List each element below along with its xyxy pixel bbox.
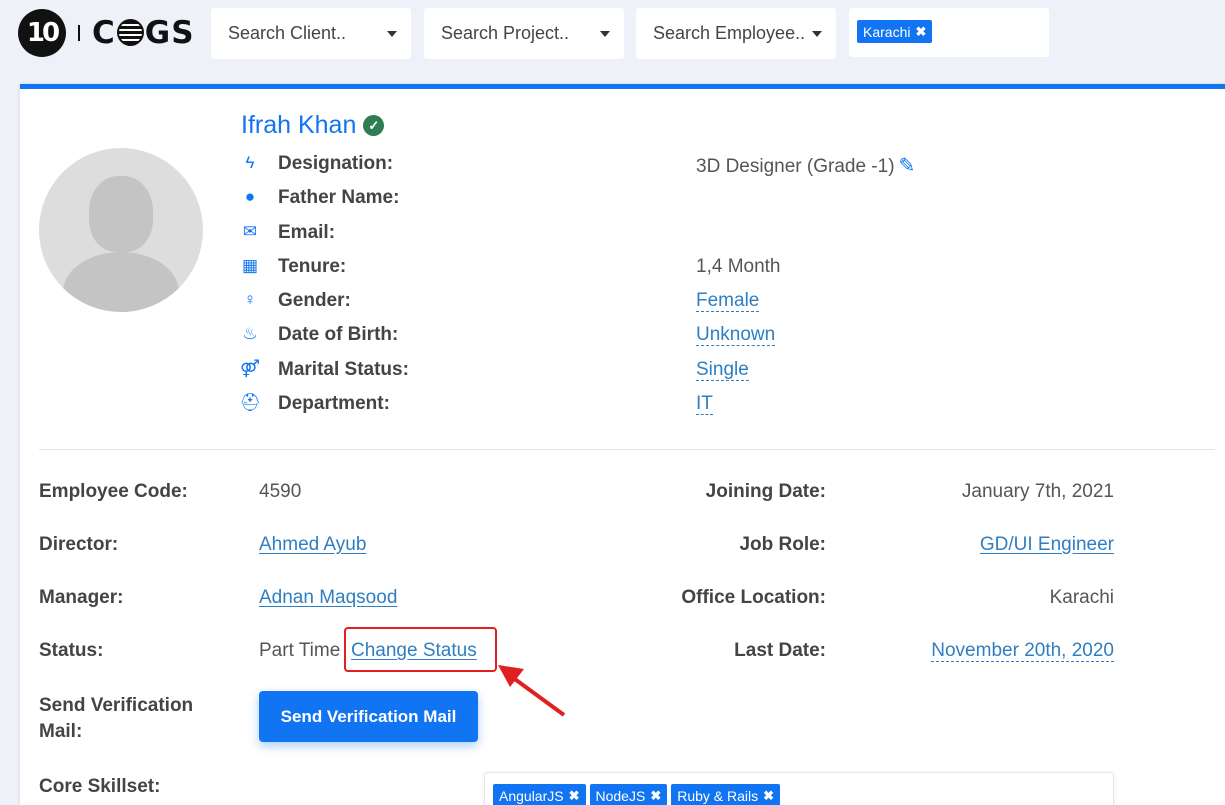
section-divider <box>39 449 1215 450</box>
profile-info-row: ♀ Gender: Female <box>240 288 1000 314</box>
profile-field-value: 3D Designer (Grade -1) <box>696 156 895 177</box>
profile-info-row: ϟ Designation: 3D Designer (Grade -1) ✎ <box>240 151 1000 177</box>
remove-tag-icon[interactable]: ✖ <box>569 788 580 804</box>
skill-tag: Ruby & Rails ✖ <box>671 784 781 805</box>
annotation-highlight-box <box>344 627 497 672</box>
calendar-icon: ▦ <box>241 256 259 275</box>
send-verification-mail-button[interactable]: Send Verification Mail <box>259 691 478 742</box>
director-link[interactable]: Ahmed Ayub <box>259 534 366 556</box>
manager-label: Manager: <box>39 587 124 608</box>
client-select-placeholder: Search Client.. <box>228 23 347 43</box>
app-logo[interactable]: 10 C GS <box>18 8 195 58</box>
director-label: Director: <box>39 534 119 555</box>
joining-date-label: Joining Date: <box>705 481 826 502</box>
logo-mark: 10 <box>18 9 66 57</box>
profile-header: Ifrah Khan ✓ <box>241 111 385 140</box>
profile-field-value[interactable]: Single <box>696 359 749 381</box>
profile-field-label: Father Name: <box>278 187 400 208</box>
envelope-icon: ✉ <box>242 222 258 241</box>
bolt-icon: ϟ <box>245 153 255 172</box>
profile-field-value: 1,4 Month <box>696 256 781 277</box>
employee-code-label: Employee Code: <box>39 481 188 502</box>
employee-name: Ifrah Khan <box>241 111 357 139</box>
birthday-cake-icon: ♨ <box>242 324 258 343</box>
project-select-placeholder: Search Project.. <box>441 23 570 43</box>
skill-tag: AngularJS ✖ <box>493 784 586 805</box>
joining-date-value: January 7th, 2021 <box>961 481 1114 502</box>
chevron-down-icon <box>600 31 610 37</box>
profile-field-label: Date of Birth: <box>278 324 399 345</box>
profile-field-label: Marital Status: <box>278 359 409 380</box>
logo-separator <box>78 25 80 41</box>
user-secret-icon: ⛑ <box>239 393 261 412</box>
last-date-editable[interactable]: November 20th, 2020 <box>931 640 1114 662</box>
office-location-label: Office Location: <box>681 587 826 608</box>
skill-tag-label: NodeJS <box>595 787 646 804</box>
status-value: Part Time <box>259 640 341 661</box>
office-location-value: Karachi <box>1049 587 1114 608</box>
profile-field-label: Designation: <box>278 153 394 174</box>
profile-field-value[interactable]: Unknown <box>696 324 776 346</box>
female-icon: ♀ <box>243 290 257 309</box>
remove-tag-icon[interactable]: ✖ <box>915 24 926 40</box>
employee-select[interactable]: Search Employee.. <box>636 8 836 59</box>
profile-info-row: ● Father Name: <box>240 185 1000 211</box>
chevron-down-icon <box>812 31 822 37</box>
employee-profile-card: Ifrah Khan ✓ ϟ Designation: 3D Designer (G… <box>20 84 1225 805</box>
manager-link[interactable]: Adnan Maqsood <box>259 587 397 609</box>
annotation-arrow-icon <box>498 665 566 717</box>
project-select[interactable]: Search Project.. <box>424 8 624 59</box>
profile-field-value[interactable]: Female <box>696 290 760 312</box>
job-role-label: Job Role: <box>739 534 826 555</box>
skillset-multiselect[interactable]: AngularJS ✖ NodeJS ✖ Ruby & Rails ✖ <box>484 772 1114 805</box>
profile-info-row: ✉ Email: <box>240 220 1000 246</box>
remove-tag-icon[interactable]: ✖ <box>650 788 661 804</box>
edit-icon[interactable]: ✎ <box>899 153 916 178</box>
job-role-link[interactable]: GD/UI Engineer <box>980 534 1114 555</box>
skill-tag: NodeJS ✖ <box>589 784 668 805</box>
profile-info-row: ♨ Date of Birth: Unknown <box>240 322 1000 348</box>
remove-tag-icon[interactable]: ✖ <box>763 788 774 804</box>
location-tag: Karachi ✖ <box>857 20 933 43</box>
employee-code-value: 4590 <box>259 481 302 502</box>
skill-tag-label: Ruby & Rails <box>677 787 759 804</box>
location-tag-label: Karachi <box>863 23 911 40</box>
employee-select-placeholder: Search Employee.. <box>653 23 806 43</box>
location-multiselect[interactable]: Karachi ✖ <box>849 8 1049 57</box>
verified-check-icon: ✓ <box>363 115 385 136</box>
profile-field-value[interactable]: IT <box>696 393 713 415</box>
status-label: Status: <box>39 640 104 661</box>
logo-wordmark: C GS <box>92 15 195 51</box>
profile-field-label: Department: <box>278 393 390 414</box>
profile-info-row: ▦ Tenure: 1,4 Month <box>240 254 1000 280</box>
skill-tag-label: AngularJS <box>499 787 564 804</box>
profile-field-label: Gender: <box>278 290 351 311</box>
core-skillset-label: Core Skillset: <box>39 776 161 797</box>
verification-label: Send Verification Mail: <box>39 695 194 742</box>
profile-info-row: ⚤ Marital Status: Single <box>240 357 1000 383</box>
last-date-label: Last Date: <box>734 640 826 661</box>
gender-symbol-icon: ⚤ <box>240 359 260 378</box>
profile-field-label: Tenure: <box>278 256 347 277</box>
chevron-down-icon <box>387 31 397 37</box>
client-select[interactable]: Search Client.. <box>211 8 411 59</box>
user-icon: ● <box>244 187 256 206</box>
profile-field-label: Email: <box>278 222 336 243</box>
avatar <box>39 148 203 312</box>
profile-info-row: ⛑ Department: IT <box>239 391 1000 417</box>
